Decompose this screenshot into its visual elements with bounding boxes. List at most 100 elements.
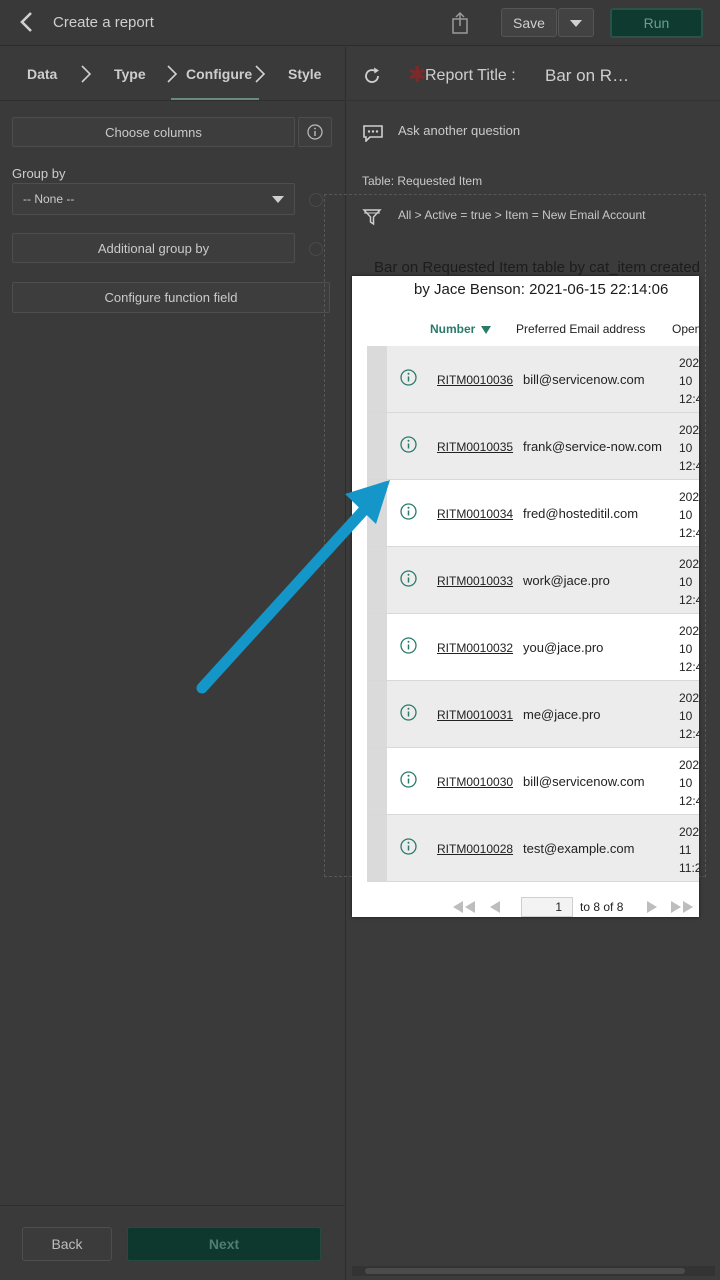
dropdown-caret-icon xyxy=(272,196,284,203)
chart-title-line1: Bar on Requested Item table by cat_item … xyxy=(374,259,701,276)
opened-cell: 2021-06- 10 12:47:30 xyxy=(679,691,699,741)
email-cell: you@jace.pro xyxy=(523,640,604,655)
report-title-input[interactable]: Bar on R… xyxy=(545,66,629,86)
required-asterisk: ✱ xyxy=(408,62,427,87)
next-page-icon[interactable] xyxy=(646,901,657,913)
info-icon[interactable] xyxy=(400,369,417,386)
row-gutter xyxy=(367,681,387,747)
table-label: Table: Requested Item xyxy=(362,174,483,188)
chat-icon[interactable] xyxy=(362,124,384,142)
table-row: RITM0010031 me@jace.pro 2021-06- 10 12:4… xyxy=(367,681,699,748)
column-header-number[interactable]: Number xyxy=(430,322,475,336)
refresh-icon[interactable] xyxy=(362,66,382,86)
pagination-summary: to 8 of 8 xyxy=(580,900,624,914)
info-icon[interactable] xyxy=(400,771,417,788)
info-icon[interactable] xyxy=(400,838,417,855)
record-number-link[interactable]: RITM0010031 xyxy=(437,708,513,722)
page-number-input[interactable]: 1 xyxy=(521,897,573,917)
tab-style[interactable]: Style xyxy=(288,66,321,82)
info-icon[interactable] xyxy=(400,503,417,520)
tab-data[interactable]: Data xyxy=(27,66,57,82)
table-row: RITM0010033 work@jace.pro 2021-06- 10 12… xyxy=(367,547,699,614)
page-title: Create a report xyxy=(53,14,154,31)
group-by-select[interactable]: -- None -- xyxy=(12,183,295,215)
chevron-right-icon xyxy=(255,65,266,83)
column-header-email[interactable]: Preferred Email address xyxy=(516,322,645,336)
back-button[interactable]: Back xyxy=(22,1227,112,1261)
row-gutter xyxy=(367,614,387,680)
info-icon[interactable] xyxy=(400,436,417,453)
table-row: RITM0010035 frank@service-now.com 2021-0… xyxy=(367,413,699,480)
info-icon xyxy=(307,124,323,140)
info-icon xyxy=(309,193,323,207)
top-bar: Create a report Save Run xyxy=(0,0,720,46)
info-icon[interactable] xyxy=(400,637,417,654)
first-page-icon[interactable] xyxy=(452,901,476,913)
choose-columns-button[interactable]: Choose columns xyxy=(12,117,295,147)
record-number-link[interactable]: RITM0010030 xyxy=(437,775,513,789)
tab-configure[interactable]: Configure xyxy=(186,66,252,82)
record-number-link[interactable]: RITM0010035 xyxy=(437,440,513,454)
row-gutter xyxy=(367,480,387,546)
email-cell: test@example.com xyxy=(523,841,635,856)
table-row: RITM0010036 bill@servicenow.com 2021-06-… xyxy=(367,346,699,413)
info-icon[interactable] xyxy=(400,570,417,587)
record-number-link[interactable]: RITM0010033 xyxy=(437,574,513,588)
chevron-right-icon xyxy=(81,65,92,83)
ask-another-question-link[interactable]: Ask another question xyxy=(398,123,520,138)
table-row: RITM0010032 you@jace.pro 2021-06- 10 12:… xyxy=(367,614,699,681)
opened-cell: 2021-06- 10 12:47:30 xyxy=(679,557,699,607)
info-icon xyxy=(309,242,323,256)
tab-type[interactable]: Type xyxy=(114,66,146,82)
email-cell: bill@servicenow.com xyxy=(523,774,645,789)
record-number-link[interactable]: RITM0010036 xyxy=(437,373,513,387)
previous-page-icon[interactable] xyxy=(490,901,501,913)
opened-cell: 2021-06- 10 12:46:42 xyxy=(679,758,699,808)
row-gutter xyxy=(367,346,387,412)
email-cell: me@jace.pro xyxy=(523,707,601,722)
table-row: RITM0010034 fred@hosteditil.com 2021-06-… xyxy=(367,480,699,547)
configure-panel: Data Type Configure Style Choose columns… xyxy=(0,47,346,1280)
caret-down-icon xyxy=(570,19,582,27)
email-cell: work@jace.pro xyxy=(523,573,610,588)
table-row: RITM0010028 test@example.com 2021-05- 11… xyxy=(367,815,699,882)
info-icon[interactable] xyxy=(400,704,417,721)
step-navigation: Data Type Configure Style xyxy=(0,47,346,101)
email-cell: fred@hosteditil.com xyxy=(523,506,639,521)
additional-group-by-button[interactable]: Additional group by xyxy=(12,233,295,263)
next-button[interactable]: Next xyxy=(127,1227,321,1261)
sort-descending-icon xyxy=(481,326,491,334)
report-title-label: Report Title : xyxy=(425,67,516,84)
chevron-right-icon xyxy=(167,65,178,83)
divider xyxy=(0,1205,346,1206)
column-header-opened[interactable]: Opened xyxy=(672,322,699,336)
save-options-button[interactable] xyxy=(558,8,594,37)
run-button[interactable]: Run xyxy=(610,8,703,38)
filter-breadcrumb[interactable]: All > Active = true > Item = New Email A… xyxy=(398,208,645,222)
save-button[interactable]: Save xyxy=(501,8,557,37)
scrollbar-thumb[interactable] xyxy=(365,1268,685,1274)
report-title-row: ✱ Report Title : Bar on R… xyxy=(347,47,720,101)
record-number-link[interactable]: RITM0010028 xyxy=(437,842,513,856)
table-row: RITM0010030 bill@servicenow.com 2021-06-… xyxy=(367,748,699,815)
row-gutter xyxy=(367,547,387,613)
back-chevron-icon[interactable] xyxy=(16,10,40,34)
group-by-value: -- None -- xyxy=(23,192,75,206)
opened-cell: 2021-05- 11 11:21:20 xyxy=(679,825,699,875)
email-cell: bill@servicenow.com xyxy=(523,372,645,387)
opened-cell: 2021-06- 10 12:47:30 xyxy=(679,624,699,674)
record-number-link[interactable]: RITM0010034 xyxy=(437,507,513,521)
pagination: 1 to 8 of 8 xyxy=(352,896,699,917)
info-button[interactable] xyxy=(298,117,332,147)
row-gutter xyxy=(367,413,387,479)
row-gutter xyxy=(367,748,387,814)
email-cell: frank@service-now.com xyxy=(523,439,662,454)
configure-function-field-button[interactable]: Configure function field xyxy=(12,282,330,313)
group-by-label: Group by xyxy=(12,166,66,181)
filter-icon[interactable] xyxy=(362,207,382,227)
share-icon[interactable] xyxy=(448,11,472,35)
active-step-indicator xyxy=(171,98,259,100)
record-number-link[interactable]: RITM0010032 xyxy=(437,641,513,655)
last-page-icon[interactable] xyxy=(670,901,694,913)
row-gutter xyxy=(367,815,387,881)
